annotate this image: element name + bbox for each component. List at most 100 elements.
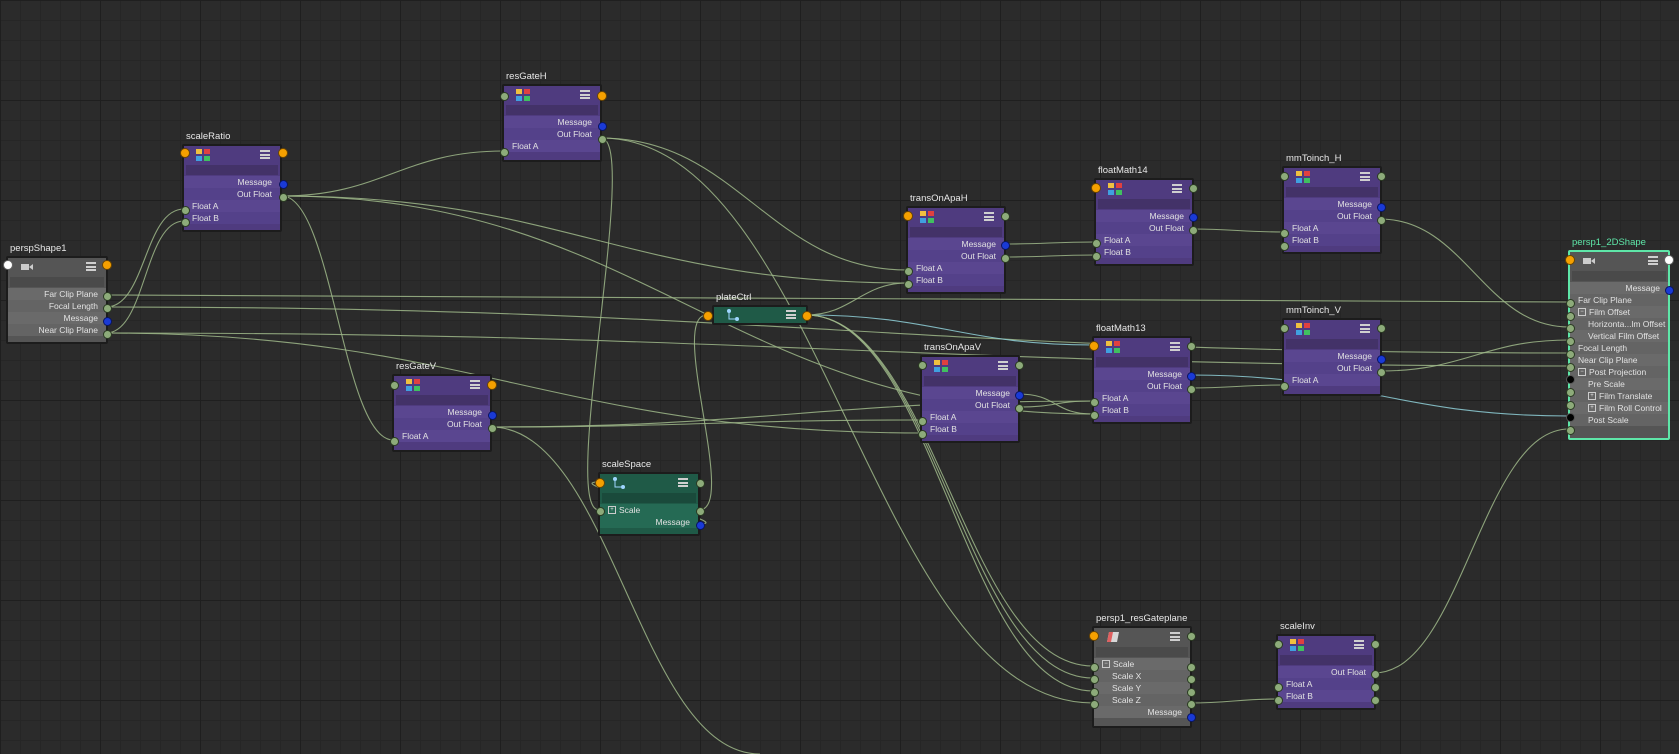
attr-film-roll-control[interactable]: + Film Roll Control — [1570, 402, 1668, 414]
floatb-in[interactable] — [917, 429, 927, 439]
floata-in[interactable] — [903, 266, 913, 276]
attr-message[interactable]: Message — [1096, 210, 1192, 222]
node-menu-icon[interactable] — [1170, 632, 1180, 641]
out-plug[interactable] — [597, 91, 607, 101]
node-persp1_resGateplane[interactable]: persp1_resGateplane − Scale Scale X Scale… — [1092, 613, 1192, 728]
node-header[interactable] — [922, 357, 1018, 375]
connection-wire[interactable] — [1373, 428, 1570, 674]
message-out[interactable] — [1186, 371, 1196, 381]
connection-wire[interactable] — [281, 195, 908, 284]
node-menu-icon[interactable] — [984, 212, 994, 221]
node-resGateH[interactable]: resGateH Message Out Float Float A — [502, 71, 602, 162]
node-floatMath13[interactable]: floatMath13 Message Out Float Float A Fl… — [1092, 323, 1192, 424]
attr-focal-length[interactable]: Focal Length — [1570, 342, 1668, 354]
node-mmToinch_H[interactable]: mmToinch_H Message Out Float Float A Flo… — [1282, 153, 1382, 254]
focal-in[interactable] — [1565, 349, 1575, 359]
scaley-out[interactable] — [1186, 687, 1196, 697]
attr-float-b[interactable]: Float B — [908, 274, 1004, 286]
floata-in[interactable] — [1091, 238, 1101, 248]
node-menu-icon[interactable] — [470, 380, 480, 389]
focal-out[interactable] — [102, 303, 112, 313]
scalez-out[interactable] — [1186, 699, 1196, 709]
in-plug[interactable] — [1565, 255, 1575, 265]
attr-near-clip-plane[interactable]: Near Clip Plane — [1570, 354, 1668, 366]
collapse-icon[interactable]: − — [1578, 307, 1586, 316]
farclip-in[interactable] — [1565, 298, 1575, 308]
message-out[interactable] — [1188, 212, 1198, 222]
floatb-in[interactable] — [1279, 241, 1289, 251]
out-plug[interactable] — [1000, 211, 1010, 221]
floata-out[interactable] — [1370, 682, 1380, 692]
expand-icon[interactable]: + — [1588, 403, 1596, 412]
scale-in[interactable] — [595, 506, 605, 516]
attr-far-clip-plane[interactable]: Far Clip Plane — [1570, 294, 1668, 306]
collapse-icon[interactable]: − — [1102, 659, 1110, 668]
attr-float-a[interactable]: Float A — [394, 430, 490, 442]
message-out[interactable] — [1000, 240, 1010, 250]
node-menu-icon[interactable] — [1170, 342, 1180, 351]
node-header[interactable] — [1284, 320, 1380, 338]
connection-wire[interactable] — [1003, 241, 1096, 245]
out-plug[interactable] — [1664, 255, 1674, 265]
scaley-in[interactable] — [1089, 687, 1099, 697]
floata-in[interactable] — [1279, 381, 1289, 391]
floatb-in[interactable] — [1091, 251, 1101, 261]
node-menu-icon[interactable] — [1354, 640, 1364, 649]
out-plug[interactable] — [1014, 360, 1024, 370]
attr-float-a[interactable]: Float A — [908, 262, 1004, 274]
floatb-in[interactable] — [903, 279, 913, 289]
floata-in[interactable] — [180, 205, 190, 215]
node-header[interactable] — [1570, 252, 1668, 270]
attr-scale-z[interactable]: Scale Z — [1094, 694, 1190, 706]
node-menu-icon[interactable] — [260, 150, 270, 159]
nearclip-in[interactable] — [1565, 362, 1575, 372]
message-out[interactable] — [1376, 354, 1386, 364]
connection-wire[interactable] — [281, 150, 504, 197]
message-out[interactable] — [1186, 712, 1196, 722]
scale-in[interactable] — [1089, 662, 1099, 672]
connection-wire[interactable] — [1189, 698, 1278, 704]
in-plug[interactable] — [3, 260, 13, 270]
node-menu-icon[interactable] — [86, 262, 96, 271]
node-transOnApaH[interactable]: transOnApaH Message Out Float Float A Fl… — [906, 193, 1006, 294]
scalex-out[interactable] — [1186, 674, 1196, 684]
attr-near-clip-plane[interactable]: Near Clip Plane — [8, 324, 106, 336]
attr-float-a[interactable]: Float A — [1284, 222, 1380, 234]
in-plug[interactable] — [903, 211, 913, 221]
connection-wire[interactable] — [105, 220, 185, 334]
out-plug[interactable] — [1188, 183, 1198, 193]
node-menu-icon[interactable] — [1648, 256, 1658, 265]
attr-message[interactable]: Message — [8, 312, 106, 324]
attr-out-float[interactable]: Out Float — [184, 188, 280, 200]
out-plug[interactable] — [1376, 171, 1386, 181]
message-out[interactable] — [1664, 285, 1674, 295]
outfloat-out[interactable] — [1014, 403, 1024, 413]
out-plug[interactable] — [487, 380, 497, 390]
node-header[interactable] — [184, 146, 280, 164]
connection-wire[interactable] — [600, 137, 908, 271]
attr-message[interactable]: Message — [394, 406, 490, 418]
connection-wire[interactable] — [1379, 218, 1570, 328]
in-plug[interactable] — [1279, 323, 1289, 333]
attr-post-projection[interactable]: − Post Projection — [1570, 366, 1668, 378]
connection-wire[interactable] — [1189, 384, 1284, 389]
attr-far-clip-plane[interactable]: Far Clip Plane — [8, 288, 106, 300]
node-scaleRatio[interactable]: scaleRatio Message Out Float Float A Flo… — [182, 131, 282, 232]
far-clip-out[interactable] — [102, 291, 112, 301]
node-header[interactable] — [1094, 338, 1190, 356]
attr-float-b[interactable]: Float B — [184, 212, 280, 224]
node-header[interactable] — [1284, 168, 1380, 186]
attr-float-b[interactable]: Float B — [1096, 246, 1192, 258]
prescale-in[interactable] — [1565, 387, 1575, 397]
attr-out-float[interactable]: Out Float — [908, 250, 1004, 262]
in-plug[interactable] — [389, 380, 399, 390]
near-clip-out[interactable] — [102, 329, 112, 339]
collapse-icon[interactable]: − — [1578, 367, 1586, 376]
node-menu-icon[interactable] — [1172, 184, 1182, 193]
node-floatMath14[interactable]: floatMath14 Message Out Float Float A Fl… — [1094, 165, 1194, 266]
attr-float-b[interactable]: Float B — [922, 423, 1018, 435]
message-out[interactable] — [278, 179, 288, 189]
node-perspShape1[interactable]: perspShape1 Far Clip Plane Focal Length … — [6, 243, 108, 344]
node-mmToinch_V[interactable]: mmToinch_V Message Out Float Float A — [1282, 305, 1382, 396]
node-header[interactable] — [504, 86, 600, 104]
